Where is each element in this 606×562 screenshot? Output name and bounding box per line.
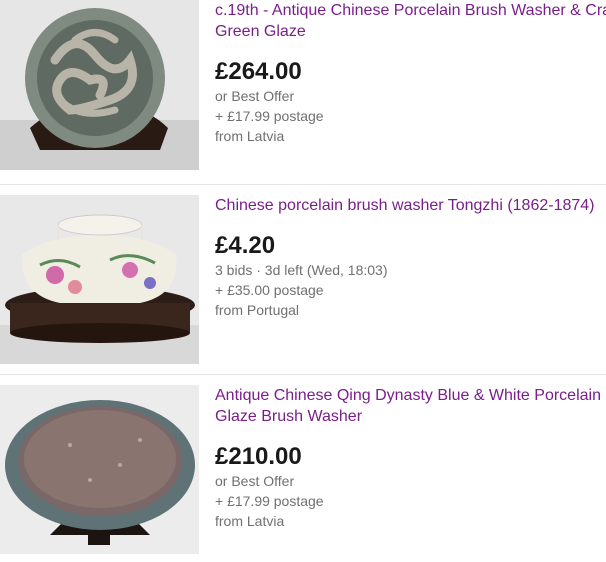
listing-image[interactable]: [0, 385, 199, 554]
divider: [0, 184, 606, 185]
listing-postage: + £17.99 postage: [215, 108, 324, 124]
listing-title-line2[interactable]: Glaze Brush Washer: [215, 406, 606, 427]
listing-item: Antique Chinese Qing Dynasty Blue & Whit…: [0, 385, 606, 562]
listing-info: Chinese porcelain brush washer Tongzhi (…: [215, 195, 606, 320]
listing-title-line2[interactable]: Green Glaze: [215, 21, 606, 42]
listing-title-line1[interactable]: c.19th - Antique Chinese Porcelain Brush…: [215, 0, 606, 21]
listing-title-line1[interactable]: Antique Chinese Qing Dynasty Blue & Whit…: [215, 385, 606, 406]
listing-image[interactable]: [0, 195, 199, 364]
listing-postage: + £35.00 postage: [215, 282, 324, 298]
listing-location: from Portugal: [215, 302, 300, 318]
listing-price: £4.20: [215, 232, 276, 259]
divider: [0, 374, 606, 375]
listing-price: £210.00: [215, 443, 302, 470]
search-results: c.19th - Antique Chinese Porcelain Brush…: [0, 0, 606, 562]
listing-offer-info: or Best Offer: [215, 88, 295, 104]
porcelain-washer-image: [0, 195, 199, 364]
listing-image[interactable]: [0, 0, 199, 170]
listing-title-line1[interactable]: Chinese porcelain brush washer Tongzhi (…: [215, 195, 606, 216]
listing-location: from Latvia: [215, 128, 285, 144]
listing-offer-info: or Best Offer: [215, 473, 295, 489]
listing-item: Chinese porcelain brush washer Tongzhi (…: [0, 195, 606, 370]
listing-title[interactable]: Chinese porcelain brush washer Tongzhi (…: [215, 195, 606, 216]
brush-washer-image: [0, 0, 199, 170]
listing-item: c.19th - Antique Chinese Porcelain Brush…: [0, 0, 606, 184]
celadon-washer-image: [0, 385, 199, 554]
listing-info: Antique Chinese Qing Dynasty Blue & Whit…: [215, 385, 606, 531]
listing-location: from Latvia: [215, 513, 285, 529]
listing-info: c.19th - Antique Chinese Porcelain Brush…: [215, 0, 606, 146]
listing-title[interactable]: c.19th - Antique Chinese Porcelain Brush…: [215, 0, 606, 42]
listing-postage: + £17.99 postage: [215, 493, 324, 509]
listing-price: £264.00: [215, 58, 302, 85]
listing-bids-time: 3 bids · 3d left (Wed, 18:03): [215, 262, 388, 278]
listing-title[interactable]: Antique Chinese Qing Dynasty Blue & Whit…: [215, 385, 606, 427]
